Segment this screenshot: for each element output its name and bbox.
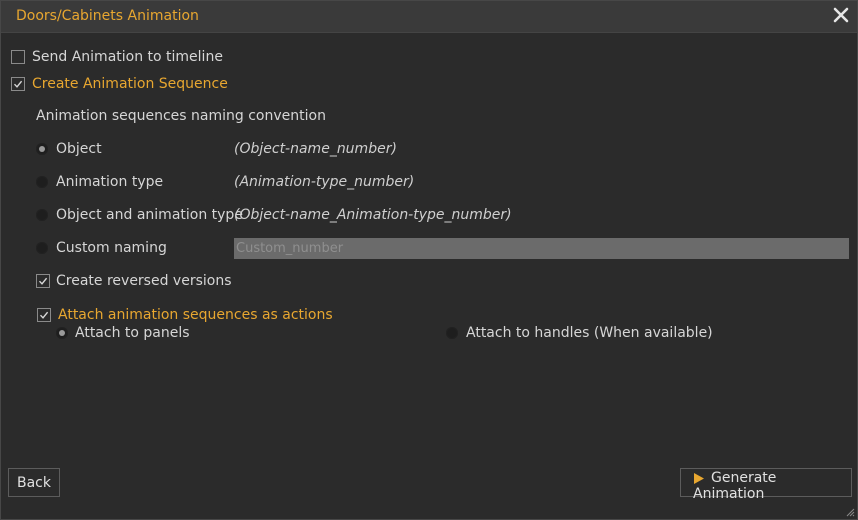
dialog-window: Doors/Cabinets Animation Send Animation … <box>0 0 858 520</box>
reversed-versions-checkbox[interactable] <box>36 274 50 288</box>
create-sequence-label: Create Animation Sequence <box>32 76 228 92</box>
dialog-title: Doors/Cabinets Animation <box>16 8 199 24</box>
checkmark-icon <box>38 277 48 285</box>
back-button[interactable]: Back <box>8 468 60 497</box>
attach-actions-checkbox[interactable] <box>37 308 51 322</box>
attach-panels-radio[interactable] <box>56 327 68 339</box>
naming-label-custom: Custom naming <box>56 240 167 256</box>
generate-animation-button[interactable]: Generate Animation <box>680 468 852 502</box>
naming-radio-object[interactable] <box>36 143 48 155</box>
resize-grip-icon[interactable] <box>845 507 855 517</box>
naming-radio-object-and-type[interactable] <box>36 209 48 221</box>
attach-handles-radio[interactable] <box>446 327 458 339</box>
reversed-versions-label: Create reversed versions <box>56 273 232 289</box>
attach-panels-label: Attach to panels <box>75 325 190 341</box>
naming-label-animation-type: Animation type <box>56 174 164 190</box>
naming-convention-heading: Animation sequences naming convention <box>36 108 326 124</box>
send-to-timeline-label: Send Animation to timeline <box>32 49 223 65</box>
checkmark-icon <box>39 311 49 319</box>
naming-radio-custom[interactable] <box>36 242 48 254</box>
attach-handles-label: Attach to handles (When available) <box>466 325 713 341</box>
naming-example-object: (Object-name_number) <box>234 141 397 157</box>
attach-actions-label: Attach animation sequences as actions <box>58 307 333 323</box>
send-to-timeline-checkbox[interactable] <box>11 50 25 64</box>
naming-example-object-and-type: (Object-name_Animation-type_number) <box>234 207 512 223</box>
checkmark-icon <box>13 80 23 88</box>
generate-animation-label: Generate Animation <box>693 470 777 502</box>
naming-label-object-and-type: Object and animation type <box>56 207 243 223</box>
create-sequence-checkbox[interactable] <box>11 77 25 91</box>
play-icon <box>694 472 704 484</box>
title-bar[interactable]: Doors/Cabinets Animation <box>1 1 857 33</box>
close-icon[interactable] <box>832 6 850 24</box>
naming-example-animation-type: (Animation-type_number) <box>234 174 415 190</box>
naming-label-object: Object <box>56 141 102 157</box>
naming-radio-animation-type[interactable] <box>36 176 48 188</box>
custom-naming-input[interactable] <box>234 238 849 259</box>
